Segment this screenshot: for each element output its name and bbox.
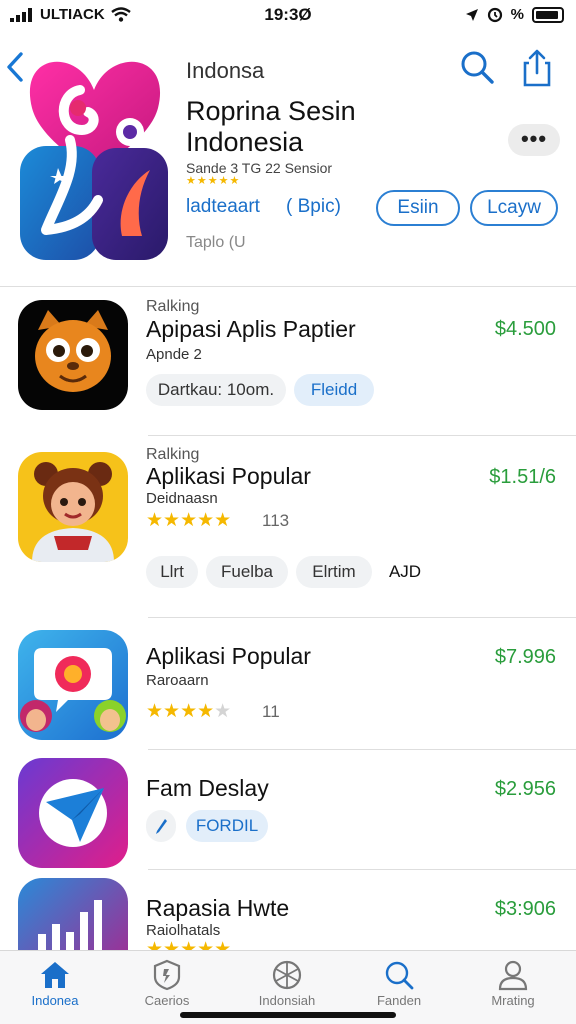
row-title[interactable]: Rapasia Hwte: [146, 895, 289, 922]
row-subtitle: Raiolhatals: [146, 922, 221, 939]
row-ranking-label: Ralking: [146, 446, 200, 463]
app-icon-send[interactable]: [18, 758, 128, 868]
app-hero-icon: [18, 50, 170, 262]
app-title: Roprina Sesin Indonesia: [186, 96, 486, 158]
row-title[interactable]: Apipasi Aplis Paptier: [146, 316, 356, 343]
app-footer-text: Taplo (U: [186, 234, 246, 251]
rating-stars: ★★★★★: [146, 701, 232, 722]
app-title-line1: Roprina Sesin: [186, 96, 356, 126]
app-icon-chat[interactable]: [18, 630, 128, 740]
tab-indonea[interactable]: Indonea: [0, 957, 110, 1017]
row-title[interactable]: Fam Deslay: [146, 775, 269, 802]
row-title[interactable]: Aplikasi Popular: [146, 463, 311, 490]
alarm-icon: [487, 7, 502, 22]
row-price[interactable]: $3:906: [495, 898, 556, 921]
row-price[interactable]: $4.500: [495, 318, 556, 341]
rating-count: 11: [262, 702, 280, 721]
row-price[interactable]: $1.51/6: [489, 466, 556, 489]
divider: [148, 869, 576, 870]
home-indicator[interactable]: [180, 1012, 396, 1018]
more-button[interactable]: •••: [508, 124, 560, 156]
home-icon: [41, 962, 69, 988]
row-ranking-label: Ralking: [146, 298, 200, 315]
primary-button[interactable]: Esiin: [376, 190, 460, 226]
row-subtitle: Raroaarn: [146, 672, 209, 689]
tab-label: Fanden: [376, 993, 422, 1008]
tab-indonsiah[interactable]: Indonsiah: [232, 957, 342, 1017]
tab-label: Mrating: [491, 993, 535, 1008]
edit-tag[interactable]: [146, 810, 176, 842]
person-icon: [498, 960, 528, 991]
row-tag[interactable]: Elrtim: [296, 556, 372, 588]
status-bar: ULTIACK 19:3Ø %: [0, 0, 576, 30]
secondary-button[interactable]: Lcayw: [470, 190, 558, 226]
battery-icon: [532, 6, 564, 23]
share-button[interactable]: [518, 48, 556, 87]
tab-fanden[interactable]: Fanden: [344, 957, 454, 1017]
divider: [148, 617, 576, 618]
hero-rating-stars: ★★★★★: [186, 175, 241, 187]
location-icon: [465, 8, 478, 21]
share-icon: [523, 49, 551, 87]
divider: [148, 749, 576, 750]
developer-link[interactable]: ladteaart: [186, 196, 260, 218]
row-tag[interactable]: FORDIL: [186, 810, 268, 842]
divider: [148, 435, 576, 436]
search-icon: [385, 961, 414, 990]
row-tag[interactable]: AJD: [380, 556, 430, 588]
row-title[interactable]: Aplikasi Popular: [146, 643, 311, 670]
tab-label: Indonsiah: [258, 993, 316, 1008]
tab-mrating[interactable]: Mrating: [458, 957, 568, 1017]
row-subtitle: Deidnaasn: [146, 490, 218, 507]
battery-percent: %: [510, 6, 524, 23]
row-subtitle: Apnde 2: [146, 346, 202, 363]
divider: [0, 286, 576, 287]
row-tag[interactable]: Dartkau: 10om.: [146, 374, 286, 406]
status-right: %: [465, 6, 564, 23]
search-button[interactable]: [458, 48, 496, 86]
header-title: Indonsa: [186, 58, 265, 83]
rating-count: 113: [262, 511, 290, 530]
rating-stars: ★★★★★: [146, 510, 232, 531]
row-tag[interactable]: Fuelba: [206, 556, 288, 588]
category-link[interactable]: ( Bpic): [286, 196, 341, 218]
app-icon-character[interactable]: [18, 452, 128, 562]
tab-label: Caerios: [144, 993, 190, 1008]
row-tag[interactable]: Llrt: [146, 556, 198, 588]
search-icon: [461, 51, 494, 84]
row-price[interactable]: $7.996: [495, 646, 556, 669]
shield-icon: [153, 959, 181, 991]
app-title-line2: Indonesia: [186, 127, 304, 157]
tab-label: Indonea: [31, 993, 79, 1008]
globe-icon: [272, 960, 302, 990]
row-price[interactable]: $2.956: [495, 778, 556, 801]
pencil-icon: [156, 819, 167, 834]
row-tag[interactable]: Fleidd: [294, 374, 374, 406]
tab-caerios[interactable]: Caerios: [112, 957, 222, 1017]
app-icon-cat[interactable]: [18, 300, 128, 410]
